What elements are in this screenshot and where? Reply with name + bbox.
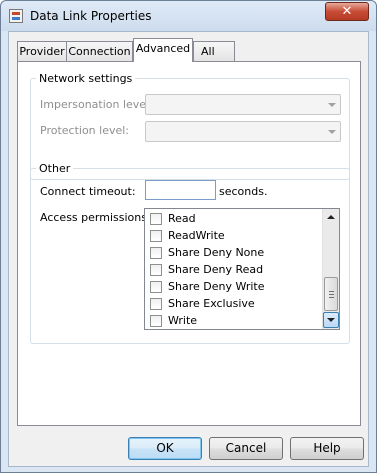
connect-timeout-input[interactable] — [145, 180, 216, 200]
share-exclusive-checkbox[interactable] — [150, 298, 162, 310]
other-group-label: Other — [36, 162, 74, 175]
readwrite-checkbox[interactable] — [150, 230, 162, 242]
list-item-label: Read — [168, 212, 196, 225]
scroll-thumb[interactable] — [324, 277, 338, 311]
list-item[interactable]: Share Exclusive — [150, 295, 320, 312]
grip-icon — [329, 291, 334, 292]
access-permissions-label: Access permissions: — [40, 211, 151, 224]
read-checkbox[interactable] — [150, 213, 162, 225]
list-item-label: Share Exclusive — [168, 297, 255, 310]
list-item[interactable]: ReadWrite — [150, 227, 320, 244]
cancel-button[interactable]: Cancel — [209, 437, 283, 460]
share-deny-none-checkbox[interactable] — [150, 247, 162, 259]
tab-all[interactable]: All — [193, 41, 235, 61]
impersonation-level-label: Impersonation level: — [40, 98, 153, 111]
list-scrollbar[interactable] — [322, 209, 339, 329]
list-item-label: Share Deny None — [168, 246, 265, 259]
list-item[interactable]: Share Deny Read — [150, 261, 320, 278]
protection-level-select[interactable] — [145, 121, 341, 142]
close-button[interactable]: ✕ — [325, 2, 369, 21]
list-item-label: Share Deny Read — [168, 263, 264, 276]
list-item-label: Share Deny Write — [168, 280, 265, 293]
protection-level-label: Protection level: — [40, 124, 130, 137]
list-item-label: ReadWrite — [168, 229, 225, 242]
scroll-down-button[interactable] — [323, 312, 339, 328]
list-item[interactable]: Read — [150, 210, 320, 227]
ok-button[interactable]: OK — [128, 437, 202, 460]
impersonation-level-select[interactable] — [145, 94, 341, 115]
share-deny-write-checkbox[interactable] — [150, 281, 162, 293]
list-item[interactable]: Share Deny Write — [150, 278, 320, 295]
scroll-up-button[interactable] — [323, 209, 339, 225]
data-link-icon — [9, 9, 23, 23]
close-icon: ✕ — [341, 4, 353, 19]
grip-icon — [329, 297, 334, 298]
help-button[interactable]: Help — [290, 437, 364, 460]
chevron-down-icon — [328, 103, 336, 107]
tab-connection[interactable]: Connection — [66, 41, 133, 61]
list-item[interactable]: Share Deny None — [150, 244, 320, 261]
title-bar: Data Link Properties ✕ — [1, 1, 376, 31]
access-permissions-list[interactable]: Read ReadWrite Share Deny None Share Den… — [144, 208, 340, 330]
tab-advanced[interactable]: Advanced — [133, 38, 193, 62]
list-item-label: Write — [168, 314, 198, 327]
list-item[interactable]: Write — [150, 312, 320, 329]
connect-timeout-label: Connect timeout: — [40, 185, 136, 198]
tab-provider[interactable]: Provider — [17, 41, 67, 61]
network-settings-label: Network settings — [36, 72, 136, 85]
timeout-unit-label: seconds. — [219, 185, 268, 198]
write-checkbox[interactable] — [150, 315, 162, 327]
dialog-window: Data Link Properties ✕ Provider Connecti… — [0, 0, 377, 473]
chevron-down-icon — [328, 130, 336, 134]
share-deny-read-checkbox[interactable] — [150, 264, 162, 276]
window-title: Data Link Properties — [30, 9, 152, 23]
grip-icon — [329, 294, 334, 295]
